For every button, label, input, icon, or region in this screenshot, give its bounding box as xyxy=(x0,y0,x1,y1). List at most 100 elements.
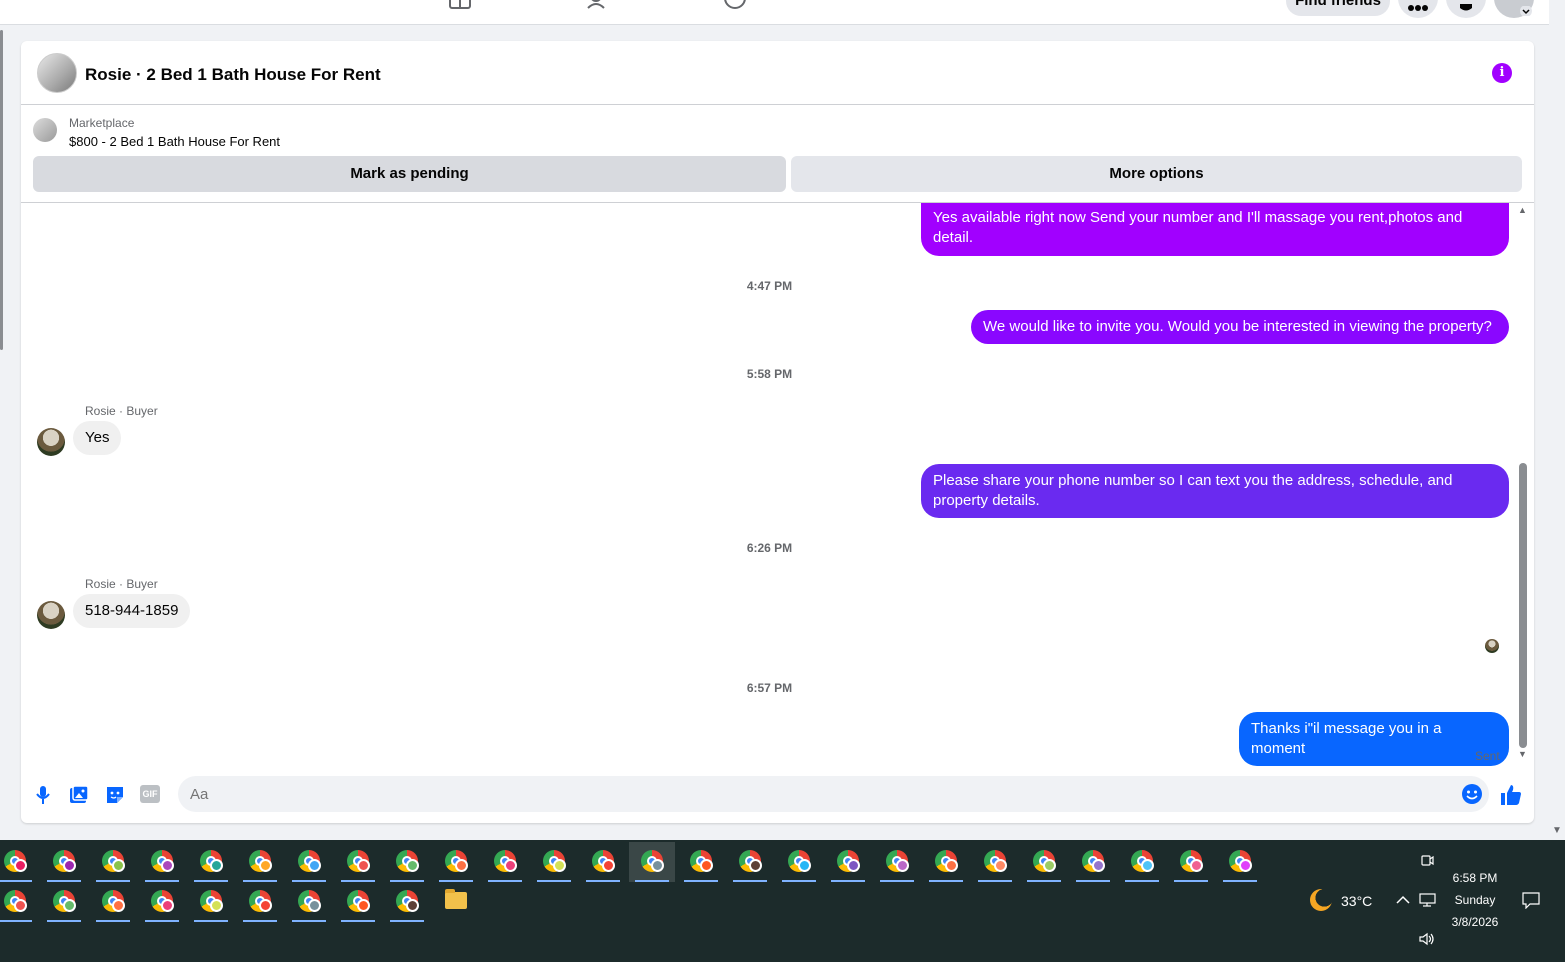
profile-nav-icon[interactable] xyxy=(723,0,747,10)
taskbar-chrome-window[interactable] xyxy=(41,882,87,922)
find-friends-button[interactable]: Find friends xyxy=(1286,0,1390,16)
profile-badge-icon xyxy=(112,859,125,872)
taskbar-chrome-window[interactable] xyxy=(1070,842,1116,882)
chat-title[interactable]: Rosie · 2 Bed 1 Bath House For Rent xyxy=(85,65,381,85)
running-indicator xyxy=(635,880,669,882)
network-icon[interactable] xyxy=(1419,892,1436,907)
taskbar-chrome-window[interactable] xyxy=(1021,842,1067,882)
taskbar-chrome-window[interactable] xyxy=(188,882,234,922)
taskbar-chrome-window[interactable] xyxy=(0,882,38,922)
taskbar-file-explorer[interactable] xyxy=(433,882,479,922)
clock-time[interactable]: 6:58 PM xyxy=(1440,871,1510,885)
timestamp: 6:57 PM xyxy=(746,681,793,695)
incoming-message[interactable]: 518-944-1859 xyxy=(73,594,191,628)
thumbs-up-icon[interactable] xyxy=(1499,783,1523,807)
running-indicator xyxy=(1076,880,1110,882)
listing-thumbnail[interactable] xyxy=(33,118,57,142)
running-indicator xyxy=(1027,880,1061,882)
taskbar-chrome-window[interactable] xyxy=(335,842,381,882)
taskbar-chrome-window[interactable] xyxy=(139,882,185,922)
folder-icon xyxy=(445,889,467,909)
outgoing-message[interactable]: We would like to invite you. Would you b… xyxy=(971,310,1509,344)
taskbar-chrome-window[interactable] xyxy=(90,842,136,882)
left-scrollbar[interactable] xyxy=(0,30,3,350)
taskbar-chrome-window[interactable] xyxy=(286,842,332,882)
notifications-button[interactable] xyxy=(1446,0,1486,18)
message-status: Sent xyxy=(1475,749,1500,763)
taskbar-chrome-window[interactable] xyxy=(0,842,38,882)
profile-badge-icon xyxy=(749,859,762,872)
running-indicator xyxy=(978,880,1012,882)
meet-now-icon[interactable] xyxy=(1420,853,1434,867)
outgoing-message[interactable]: Please share your phone number so I can … xyxy=(921,464,1509,518)
chevron-up-icon[interactable] xyxy=(1396,895,1410,905)
emoji-icon[interactable] xyxy=(1461,783,1483,805)
taskbar-chrome-window[interactable] xyxy=(972,842,1018,882)
taskbar-chrome-window[interactable] xyxy=(384,882,430,922)
taskbar-chrome-window[interactable] xyxy=(139,842,185,882)
weather-temperature[interactable]: 33°C xyxy=(1341,893,1372,909)
more-options-button[interactable]: More options xyxy=(791,156,1522,192)
outgoing-message[interactable]: Yes available right now Send your number… xyxy=(921,203,1509,256)
page-scrollbar[interactable]: ▼ xyxy=(1549,0,1565,840)
marketplace-nav-icon[interactable] xyxy=(448,0,472,10)
clock-date[interactable]: 3/8/2026 xyxy=(1440,915,1510,929)
running-indicator xyxy=(145,920,179,922)
mark-as-pending-button[interactable]: Mark as pending xyxy=(33,156,786,192)
message-composer: GIF xyxy=(21,769,1534,823)
running-indicator xyxy=(96,920,130,922)
taskbar-chrome-window[interactable] xyxy=(1119,842,1165,882)
profile-badge-icon xyxy=(651,859,664,872)
taskbar-chrome-window[interactable] xyxy=(384,842,430,882)
taskbar-chrome-window[interactable] xyxy=(188,842,234,882)
groups-nav-icon[interactable] xyxy=(586,0,610,10)
running-indicator xyxy=(243,920,277,922)
message-input-container[interactable] xyxy=(178,776,1489,812)
taskbar-chrome-window[interactable] xyxy=(286,882,332,922)
message-input[interactable] xyxy=(190,776,1450,812)
contact-avatar[interactable] xyxy=(37,428,65,456)
message-thread[interactable]: Yes available right now Send your number… xyxy=(21,203,1534,769)
thread-scroll-up-icon[interactable]: ▲ xyxy=(1518,205,1527,215)
info-icon[interactable]: i xyxy=(1492,63,1512,83)
taskbar-chrome-window[interactable] xyxy=(90,882,136,922)
taskbar-chrome-window[interactable] xyxy=(335,882,381,922)
taskbar-chrome-window[interactable] xyxy=(825,842,871,882)
incoming-message[interactable]: Yes xyxy=(73,421,122,455)
volume-icon[interactable] xyxy=(1418,932,1436,946)
listing-avatar[interactable] xyxy=(37,53,77,93)
thread-scrollbar-thumb[interactable] xyxy=(1519,463,1527,748)
weather-icon[interactable] xyxy=(1310,889,1332,911)
scroll-down-arrow-icon[interactable]: ▼ xyxy=(1552,825,1562,836)
gif-button[interactable]: GIF xyxy=(140,785,160,803)
taskbar-chrome-window[interactable] xyxy=(531,842,577,882)
photo-icon[interactable] xyxy=(68,784,90,806)
taskbar-chrome-window[interactable] xyxy=(678,842,724,882)
outgoing-message[interactable]: Thanks i"il message you in a moment xyxy=(1239,712,1509,766)
profile-badge-icon xyxy=(14,859,27,872)
account-avatar-button[interactable] xyxy=(1494,0,1534,18)
taskbar-chrome-window[interactable] xyxy=(874,842,920,882)
taskbar-chrome-window[interactable] xyxy=(1168,842,1214,882)
microphone-icon[interactable] xyxy=(32,784,54,806)
listing-title[interactable]: $800 - 2 Bed 1 Bath House For Rent xyxy=(69,134,280,149)
running-indicator xyxy=(390,920,424,922)
contact-avatar[interactable] xyxy=(37,601,65,629)
taskbar-chrome-window[interactable] xyxy=(237,882,283,922)
taskbar-chrome-window[interactable] xyxy=(776,842,822,882)
taskbar-chrome-window[interactable] xyxy=(433,842,479,882)
sticker-icon[interactable] xyxy=(104,784,126,806)
taskbar-chrome-window[interactable] xyxy=(237,842,283,882)
taskbar-chrome-window[interactable] xyxy=(41,842,87,882)
clock-day[interactable]: Sunday xyxy=(1440,893,1510,907)
taskbar-chrome-window[interactable] xyxy=(629,842,675,882)
taskbar-chrome-window[interactable] xyxy=(482,842,528,882)
notification-center-icon[interactable] xyxy=(1522,892,1540,909)
menu-grid-button[interactable] xyxy=(1398,0,1438,18)
thread-scroll-down-icon[interactable]: ▼ xyxy=(1518,749,1527,759)
taskbar-chrome-window[interactable] xyxy=(923,842,969,882)
taskbar-chrome-window[interactable] xyxy=(727,842,773,882)
taskbar-chrome-window[interactable] xyxy=(1217,842,1263,882)
profile-badge-icon xyxy=(161,899,174,912)
taskbar-chrome-window[interactable] xyxy=(580,842,626,882)
